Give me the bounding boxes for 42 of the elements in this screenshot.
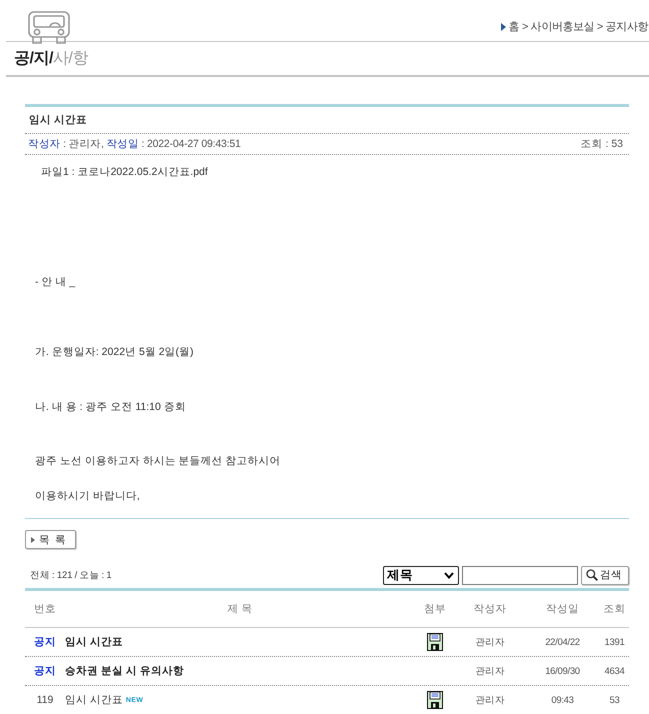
search-button[interactable]: 검색: [581, 566, 629, 584]
triangle-icon: [500, 22, 506, 30]
post-title-link[interactable]: 임시 시간표: [65, 693, 123, 707]
view-count: 1391: [604, 636, 624, 648]
column-header: 제 목: [226, 602, 254, 616]
view-count: 조회 : 53: [580, 137, 623, 151]
post-date: 22/04/22: [545, 636, 580, 648]
post-stats: 전체 : 121 / 오늘 : 1: [29, 568, 112, 582]
post-number: 공지: [34, 664, 56, 678]
post-meta: 작성자 : 관리자, 작성일 : 2022-04-27 09:43:51: [28, 137, 241, 151]
post-date: 09:43: [551, 694, 574, 706]
column-header: 첨부: [423, 602, 447, 616]
search-icon: [586, 569, 598, 581]
body-text: - 안 내 _: [34, 275, 76, 290]
search-field[interactable]: [462, 566, 578, 584]
list-button[interactable]: 목 록: [25, 530, 76, 549]
body-text: 이용하시기 바랍니다,: [34, 489, 141, 504]
post-date: 16/09/30: [545, 666, 580, 676]
triangle-icon: [31, 536, 35, 542]
page-title: 공/지/사/항: [14, 49, 88, 69]
post-number: 119: [36, 694, 54, 706]
body-text: 가. 운행일자: 2022년 5월 2일(월): [34, 345, 195, 360]
body-text: 나. 내 용 : 광주 오전 11:10 증회: [34, 400, 187, 415]
attachment-link[interactable]: 파일1 : 코로나2022.05.2시간표.pdf: [25, 163, 629, 181]
column-header: 조회: [602, 602, 626, 616]
column-header: 번호: [33, 602, 57, 616]
column-header: 작성일: [545, 602, 580, 616]
post-title-link[interactable]: 임시 시간표: [65, 635, 123, 649]
author-name: 관리자: [475, 694, 505, 706]
body-text: 광주 노선 이용하고자 하시는 분들께선 참고하시어: [34, 454, 282, 469]
author-name: 관리자: [475, 664, 505, 678]
post-number: 공지: [34, 635, 56, 649]
post-title: 임시 시간표: [25, 107, 629, 134]
breadcrumb: 홈 > 사이버홍보실 > 공지사항: [508, 20, 648, 34]
search-type-select[interactable]: 제목: [383, 566, 459, 584]
author-name: 관리자: [475, 636, 505, 648]
column-header: 작성자: [472, 602, 508, 616]
car-icon: [26, 11, 72, 45]
chevron-icon: [444, 572, 454, 578]
view-count: 53: [610, 694, 620, 706]
post-title-link[interactable]: 승차권 분실 시 유의사항: [65, 664, 184, 678]
view-count: 4634: [604, 666, 624, 676]
